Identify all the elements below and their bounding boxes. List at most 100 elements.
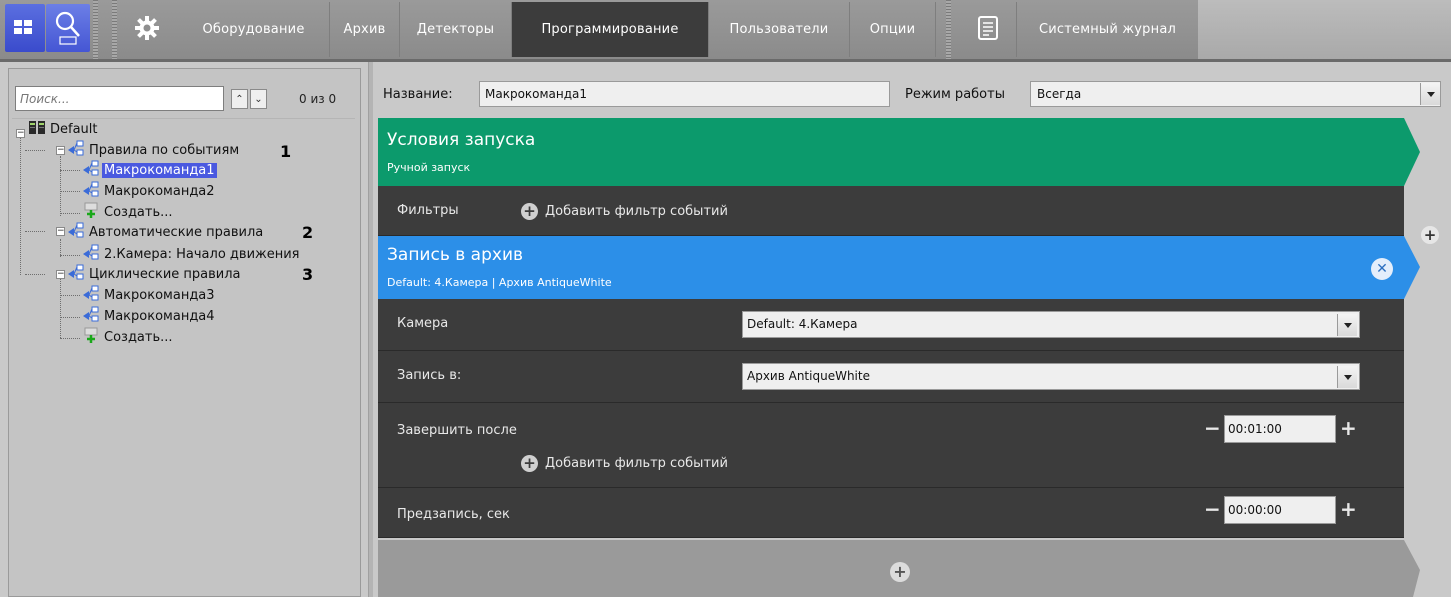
search-archive-button[interactable] xyxy=(46,4,90,52)
rule-group-icon xyxy=(67,222,85,243)
tab-users[interactable]: Пользователи xyxy=(709,2,850,57)
conditions-block[interactable]: Условия запуска Ручной запуск xyxy=(378,118,1404,186)
gear-icon xyxy=(134,15,160,45)
tree-item-label: Макрокоманда4 xyxy=(104,309,215,324)
search-input[interactable] xyxy=(15,86,224,111)
conditions-title: Условия запуска xyxy=(387,130,536,150)
archive-select[interactable]: Архив AntiqueWhite xyxy=(742,363,1360,390)
tree-item-label: Макрокоманда2 xyxy=(104,184,215,199)
prerecord-label: Предзапись, сек xyxy=(397,507,510,522)
mode-label: Режим работы xyxy=(905,87,1005,102)
prerecord-increment[interactable]: + xyxy=(1340,499,1357,519)
main-toolbar: Оборудование Архив Детекторы Программиро… xyxy=(0,0,1451,62)
rules-tree-panel: ⌃ ⌄ 0 из 0 − Default − П xyxy=(8,68,361,597)
finish-after-input[interactable]: 00:01:00 xyxy=(1224,415,1336,443)
finish-after-increment[interactable]: + xyxy=(1340,418,1357,438)
collapse-group-events-toggle[interactable]: − xyxy=(56,146,65,155)
previous-match-button[interactable]: ⌃ xyxy=(231,89,248,109)
macro-icon xyxy=(82,244,100,265)
tab-archive[interactable]: Архив xyxy=(330,2,400,57)
plus-circle-icon: + xyxy=(893,562,907,581)
macro-name-input[interactable] xyxy=(479,81,890,107)
match-count: 0 из 0 xyxy=(299,92,337,106)
server-icon xyxy=(29,120,46,139)
camera-select[interactable]: Default: 4.Камера xyxy=(742,311,1360,338)
chevron-down-icon xyxy=(1343,322,1352,328)
settings-button[interactable] xyxy=(122,2,172,57)
journal-icon xyxy=(977,15,999,45)
add-action-button[interactable]: + xyxy=(890,562,910,582)
tab-options[interactable]: Опции xyxy=(850,2,936,57)
chevron-up-icon: ⌃ xyxy=(235,93,244,105)
mode-dropdown-button[interactable] xyxy=(1420,83,1440,105)
tab-equipment[interactable]: Оборудование xyxy=(178,2,330,57)
plus-circle-icon: + xyxy=(521,454,538,472)
add-event-filter-button[interactable]: + Добавить фильтр событий xyxy=(521,202,728,220)
tree-item-macro1[interactable]: Макрокоманда1 xyxy=(82,160,217,181)
tree-root[interactable]: Default xyxy=(29,120,98,139)
plus-circle-icon: + xyxy=(521,202,538,220)
action-title: Запись в архив xyxy=(387,245,524,265)
collapse-group-auto-toggle[interactable]: − xyxy=(56,227,65,236)
camera-dropdown-button[interactable] xyxy=(1337,314,1357,336)
chevron-down-icon xyxy=(1426,91,1435,97)
rules-tree: − Default − Правила по событиям 1 Макрок… xyxy=(12,118,355,595)
panel-splitter[interactable] xyxy=(368,62,373,597)
tree-item-label: Создать... xyxy=(104,205,173,220)
plus-circle-icon: + xyxy=(1423,225,1437,244)
filters-row: Фильтры + Добавить фильтр событий xyxy=(378,186,1404,236)
macro-icon xyxy=(82,160,100,181)
finish-after-decrement[interactable]: − xyxy=(1204,418,1221,438)
tab-system-journal[interactable]: Системный журнал xyxy=(1016,2,1198,57)
add-filter-label: Добавить фильтр событий xyxy=(545,203,728,219)
tree-item-label: Макрокоманда3 xyxy=(104,288,215,303)
tab-detectors[interactable]: Детекторы xyxy=(400,2,512,57)
tree-item-create-cyclic-rule[interactable]: Создать... xyxy=(82,327,173,348)
archive-dropdown-button[interactable] xyxy=(1337,366,1357,388)
mode-select-value: Всегда xyxy=(1037,87,1082,101)
conditions-subtitle: Ручной запуск xyxy=(387,161,471,174)
collapse-group-cyclic-toggle[interactable]: − xyxy=(56,270,65,279)
name-label: Название: xyxy=(383,87,453,102)
prerecord-decrement[interactable]: − xyxy=(1204,499,1221,519)
remove-action-button[interactable]: ✕ xyxy=(1371,258,1393,280)
prerecord-input[interactable]: 00:00:00 xyxy=(1224,496,1336,524)
tree-item-label: 2.Камера: Начало движения xyxy=(104,247,300,262)
chevron-down-icon xyxy=(1343,374,1352,380)
archive-select-value: Архив AntiqueWhite xyxy=(747,369,870,383)
tab-programming[interactable]: Программирование xyxy=(512,2,709,57)
tree-item-macro4[interactable]: Макрокоманда4 xyxy=(82,306,215,326)
tree-item-macro3[interactable]: Макрокоманда3 xyxy=(82,285,215,305)
next-match-button[interactable]: ⌄ xyxy=(250,89,267,109)
tree-item-label: Макрокоманда1 xyxy=(102,163,217,178)
tree-item-label: Создать... xyxy=(104,330,173,345)
action-subtitle: Default: 4.Камера | Архив AntiqueWhite xyxy=(387,276,612,289)
close-icon: ✕ xyxy=(1376,261,1388,277)
callout-number: 1 xyxy=(280,142,292,161)
camera-label: Камера xyxy=(397,316,449,331)
collapse-root-toggle[interactable]: − xyxy=(16,129,25,138)
tree-group-label: Правила по событиям xyxy=(89,143,240,158)
tree-item-create-event-rule[interactable]: Создать... xyxy=(82,202,173,223)
search-archive-icon xyxy=(54,10,82,50)
chevron-down-icon: ⌄ xyxy=(254,93,263,105)
tree-item-camera-motion[interactable]: 2.Камера: Начало движения xyxy=(82,244,300,265)
add-block-side-button[interactable]: + xyxy=(1421,226,1439,244)
add-macro-icon xyxy=(82,327,100,348)
filters-label: Фильтры xyxy=(397,203,459,218)
tree-group-label: Циклические правила xyxy=(89,267,241,282)
tree-group-event-rules[interactable]: Правила по событиям xyxy=(67,140,240,161)
action-block[interactable]: Запись в архив Default: 4.Камера | Архив… xyxy=(378,236,1404,299)
tree-group-cyclic-rules[interactable]: Циклические правила xyxy=(67,264,241,284)
layouts-button[interactable] xyxy=(5,4,45,52)
tree-group-label: Автоматические правила xyxy=(89,225,264,240)
add-macro-icon xyxy=(82,202,100,223)
tree-group-auto-rules[interactable]: Автоматические правила xyxy=(67,222,264,243)
tree-item-macro2[interactable]: Макрокоманда2 xyxy=(82,181,215,201)
add-event-filter-button-action[interactable]: + Добавить фильтр событий xyxy=(521,454,728,472)
mode-select[interactable]: Всегда xyxy=(1030,81,1441,107)
journal-button[interactable] xyxy=(965,2,1010,57)
callout-number: 3 xyxy=(302,265,314,284)
rule-group-icon xyxy=(67,140,85,161)
tree-root-label: Default xyxy=(50,122,98,137)
